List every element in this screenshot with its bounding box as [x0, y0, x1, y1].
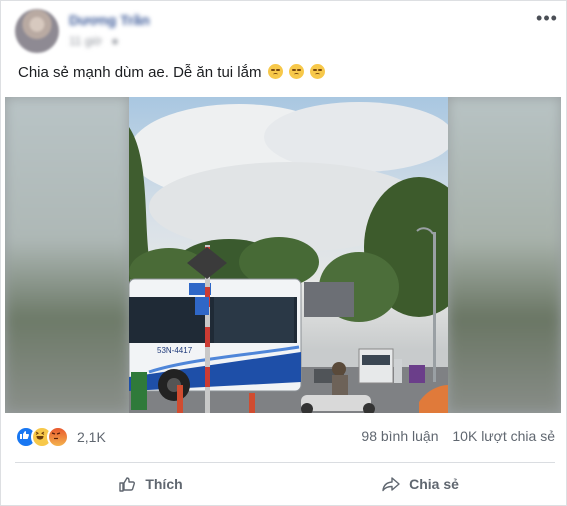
sad-emoji-icon: [288, 64, 304, 79]
like-button[interactable]: Thích: [15, 467, 285, 501]
svg-text:53N-4417: 53N-4417: [157, 346, 193, 355]
video-frame: 53N-4417: [129, 97, 448, 413]
engagement-counts: 98 bình luận 10K lượt chia sẻ: [351, 428, 555, 444]
like-label: Thích: [145, 476, 183, 492]
video-blur-right: [448, 97, 561, 413]
post-stats: 2,1K 98 bình luận 10K lượt chia sẻ: [15, 421, 555, 449]
author-name[interactable]: Dương Trần: [69, 12, 150, 28]
share-count[interactable]: 10K lượt chia sẻ: [452, 428, 555, 444]
angry-reaction-icon: [47, 426, 69, 448]
sad-emoji-icon: [267, 64, 283, 79]
divider: [15, 462, 555, 463]
facebook-post: Dương Trần 11 giờ ● ••• Chia sẻ mạnh dùm…: [0, 0, 567, 506]
video-blur-left: [5, 97, 129, 413]
share-arrow-icon: [382, 477, 400, 492]
thumbs-up-icon: [119, 477, 136, 492]
reaction-count[interactable]: 2,1K: [77, 429, 106, 445]
sad-emoji-icon: [309, 64, 325, 79]
video-player[interactable]: 53N-4417: [5, 97, 561, 413]
avatar[interactable]: [15, 9, 59, 53]
reactions-summary[interactable]: 2,1K: [15, 426, 106, 448]
post-time[interactable]: 11 giờ: [69, 34, 102, 48]
caption-text: Chia sẻ mạnh dùm ae. Dễ ăn tui lắm: [18, 64, 262, 81]
more-options-icon[interactable]: •••: [535, 8, 559, 28]
street-scene-image: 53N-4417: [129, 102, 448, 413]
post-header: Dương Trần 11 giờ ● •••: [15, 8, 557, 55]
globe-icon: ●: [111, 34, 119, 48]
post-meta: 11 giờ ●: [69, 34, 119, 48]
post-caption: Chia sẻ mạnh dùm ae. Dễ ăn tui lắm: [18, 64, 325, 81]
comment-count[interactable]: 98 bình luận: [361, 428, 438, 444]
share-button[interactable]: Chia sẻ: [285, 467, 555, 501]
share-label: Chia sẻ: [409, 476, 459, 492]
post-actions: Thích Chia sẻ: [15, 467, 555, 501]
